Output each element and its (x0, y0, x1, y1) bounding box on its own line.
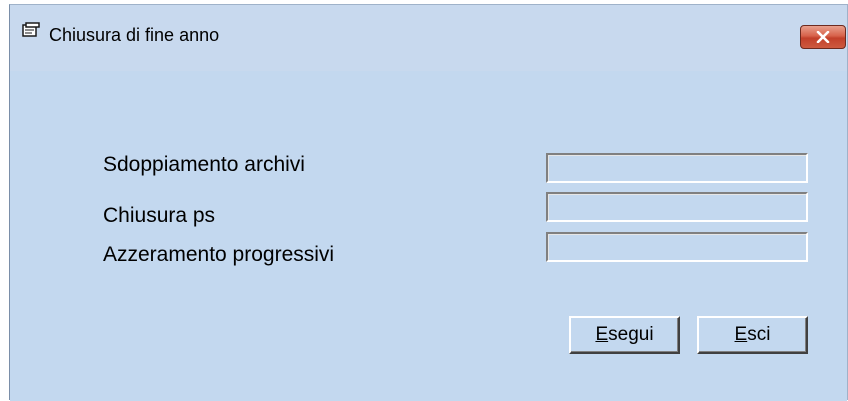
window-title: Chiusura di fine anno (49, 25, 220, 45)
label-azzeramento-progressivi: Azzeramento progressivi (103, 243, 335, 266)
close-icon (816, 31, 830, 43)
esci-label: sci (747, 324, 771, 345)
dialog-body: Sdoppiamento archivi Chiusura ps Azzeram… (10, 71, 847, 401)
field-sdoppiamento-archivi[interactable] (546, 153, 808, 183)
esci-accelerator: E (734, 324, 748, 345)
dialog-window: Chiusura di fine anno Sdoppiamento archi… (9, 4, 848, 401)
esci-button[interactable]: Esci (697, 316, 808, 354)
label-sdoppiamento-archivi: Sdoppiamento archivi (103, 153, 305, 176)
label-chiusura-ps: Chiusura ps (103, 204, 216, 227)
esegui-button[interactable]: Esegui (569, 316, 680, 354)
title-bar[interactable]: Chiusura di fine anno (10, 5, 847, 71)
window-app-icon (22, 22, 40, 38)
field-chiusura-ps[interactable] (546, 192, 808, 222)
field-azzeramento-progressivi[interactable] (546, 232, 808, 262)
esegui-accelerator: E (595, 324, 609, 345)
close-button[interactable] (800, 25, 846, 49)
esegui-label: segui (608, 324, 654, 345)
